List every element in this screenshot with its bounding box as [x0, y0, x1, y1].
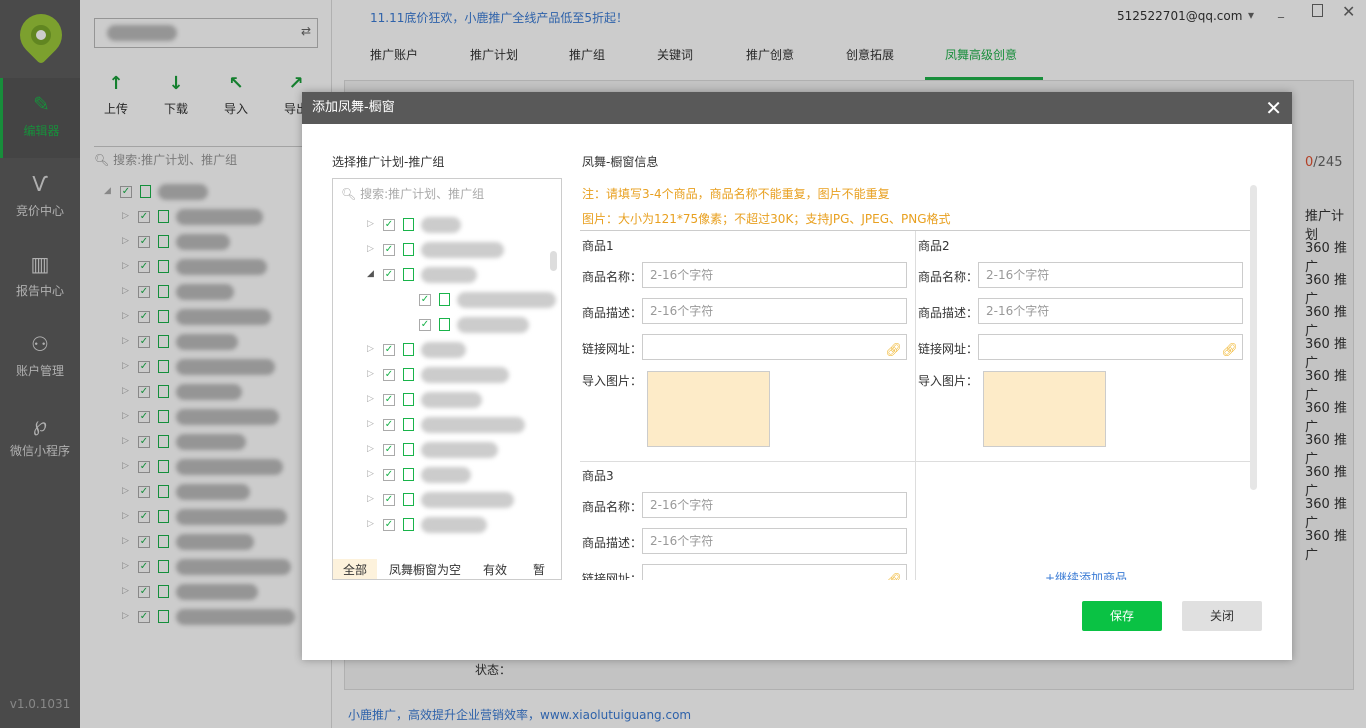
checkbox[interactable]: ✓: [419, 319, 431, 331]
product-name-input[interactable]: 2-16个字符: [978, 262, 1243, 288]
group-icon: [403, 393, 414, 406]
checkbox[interactable]: ✓: [383, 369, 395, 381]
product-card-1: 商品1 商品名称： 2-16个字符 商品描述： 2-16个字符 链接网址： 🔗︎ 导入…: [580, 231, 916, 461]
product-url-input[interactable]: 🔗︎: [978, 334, 1243, 360]
checkbox[interactable]: ✓: [383, 269, 395, 281]
filter-tab-2[interactable]: 有效: [473, 559, 517, 579]
filter-tab-0[interactable]: 全部: [333, 559, 378, 579]
filter-tab-1[interactable]: 凤舞橱窗为空: [379, 559, 471, 579]
search-icon: 🔍︎: [341, 187, 357, 201]
checkbox[interactable]: ✓: [383, 394, 395, 406]
group-icon: [439, 293, 450, 306]
save-button[interactable]: 保存: [1082, 601, 1162, 631]
image-upload[interactable]: [647, 371, 770, 447]
left-title: 选择推广计划-推广组: [332, 155, 445, 169]
checkbox[interactable]: ✓: [383, 219, 395, 231]
group-icon: [439, 318, 450, 331]
checkbox[interactable]: ✓: [383, 519, 395, 531]
checkbox[interactable]: ✓: [383, 494, 395, 506]
dialog-title: 添加凤舞-橱窗: [302, 92, 1292, 124]
group-icon: [403, 268, 414, 281]
product-title: 商品1: [582, 239, 614, 253]
right-title: 凤舞-橱窗信息: [582, 155, 659, 169]
group-icon: [403, 243, 414, 256]
product-url-input[interactable]: 🔗︎: [642, 334, 907, 360]
link-icon[interactable]: 🔗︎: [885, 339, 902, 363]
product-title: 商品3: [582, 469, 614, 483]
group-icon: [403, 518, 414, 531]
group-icon: [403, 368, 414, 381]
form-scrollbar[interactable]: [1250, 185, 1257, 490]
product-grid: 商品1 商品名称： 2-16个字符 商品描述： 2-16个字符 链接网址： 🔗︎ 导入…: [580, 230, 1252, 580]
product-card-3: 商品3 商品名称：2-16个字符 商品描述：2-16个字符 链接网址：🔗︎ 导入…: [580, 461, 916, 580]
product-desc-input[interactable]: 2-16个字符: [978, 298, 1243, 324]
product-name-input[interactable]: 2-16个字符: [642, 492, 907, 518]
checkbox[interactable]: ✓: [383, 344, 395, 356]
link-icon[interactable]: 🔗︎: [1221, 339, 1238, 363]
note-image: 图片：大小为121*75像素；不超过30K；支持JPG、JPEG、PNG格式: [582, 212, 951, 226]
group-icon: [403, 493, 414, 506]
checkbox[interactable]: ✓: [383, 419, 395, 431]
group-icon: [403, 218, 414, 231]
tree-search-input[interactable]: 🔍︎ 搜索:推广计划、推广组: [341, 185, 484, 202]
checkbox[interactable]: ✓: [383, 244, 395, 256]
product-desc-input[interactable]: 2-16个字符: [642, 298, 907, 324]
product-card-2: 商品2 商品名称： 2-16个字符 商品描述： 2-16个字符 链接网址： 🔗︎ 导入…: [916, 231, 1252, 461]
product-title: 商品2: [918, 239, 950, 253]
dialog-close-icon[interactable]: ✕: [1265, 92, 1282, 124]
plan-group-tree: 🔍︎ 搜索:推广计划、推广组 ▷ ✓ ▷ ✓ ◢ ✓ ✓ ✓ ▷ ✓ ▷ ✓ ▷ ✓ ▷ ✓ ▷ ✓ ▷ ✓ ▷ ✓ ▷ ✓ …: [332, 178, 562, 580]
add-showcase-dialog: 添加凤舞-橱窗 ✕ 选择推广计划-推广组 🔍︎ 搜索:推广计划、推广组 ▷ ✓ ▷ ✓…: [302, 92, 1292, 660]
product-desc-input[interactable]: 2-16个字符: [642, 528, 907, 554]
add-more-link[interactable]: +继续添加商品: [1045, 569, 1127, 580]
group-icon: [403, 443, 414, 456]
product-name-input[interactable]: 2-16个字符: [642, 262, 907, 288]
group-icon: [403, 468, 414, 481]
link-icon[interactable]: 🔗︎: [885, 569, 902, 580]
tree-scrollbar[interactable]: [550, 251, 557, 271]
checkbox[interactable]: ✓: [383, 469, 395, 481]
checkbox[interactable]: ✓: [419, 294, 431, 306]
filter-tab-3[interactable]: 暂停: [523, 559, 561, 579]
product-url-input[interactable]: 🔗︎: [642, 564, 907, 580]
image-upload[interactable]: [983, 371, 1106, 447]
group-icon: [403, 343, 414, 356]
note-rule: 注：请填写3-4个商品，商品名称不能重复，图片不能重复: [582, 187, 890, 201]
close-button[interactable]: 关闭: [1182, 601, 1262, 631]
group-icon: [403, 418, 414, 431]
checkbox[interactable]: ✓: [383, 444, 395, 456]
